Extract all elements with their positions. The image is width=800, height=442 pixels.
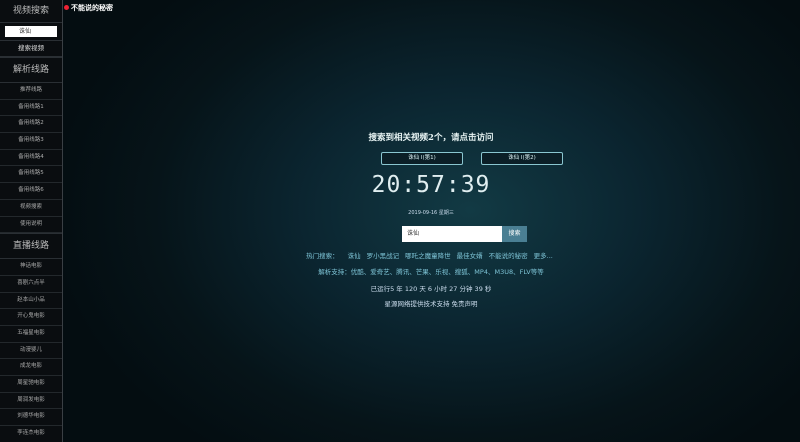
sidebar-parse-item-7[interactable]: 备用线路6 (0, 183, 62, 200)
sidebar-live-title: 直播线路 (0, 233, 62, 260)
search-bar: 诛仙 搜索 (402, 226, 527, 242)
sidebar-parse-item-2[interactable]: 备用线路1 (0, 100, 62, 117)
hot-label: 热门搜索： (306, 252, 339, 260)
sidebar-search-title: 视频搜索 (0, 0, 62, 23)
sidebar-parse-item-9[interactable]: 使用说明 (0, 217, 62, 234)
sidebar: 视频搜索 诛仙 搜索视频 解析线路 推荐线路 备用线路1 备用线路2 备用线路3 备用线… (0, 0, 63, 442)
result-buttons: 诛仙 Ⅰ(第1) 诛仙 Ⅰ(第2) (381, 152, 563, 165)
sidebar-live-item-2[interactable]: 喜剧六点半 (0, 276, 62, 293)
sidebar-live-item-1[interactable]: 神话电影 (0, 259, 62, 276)
hot-searches: 热门搜索： 诛仙 罗小黑战记 哪吒之魔童降世 最佳女婿 不能说的秘密 更多... (62, 250, 800, 260)
result-button-2[interactable]: 诛仙 Ⅰ(第2) (481, 152, 563, 165)
sidebar-live-item-6[interactable]: 动漫婴儿 (0, 343, 62, 360)
search-input[interactable]: 诛仙 (402, 226, 502, 242)
main-content: 搜索到相关视频2个，请点击访问 诛仙 Ⅰ(第1) 诛仙 Ⅰ(第2) 20:57:… (62, 0, 800, 442)
hot-search-item-4[interactable]: 最佳女婿 (457, 252, 483, 260)
footer-text[interactable]: 星源网络提供技术支持 免责声明 (62, 298, 800, 308)
sidebar-live-item-9[interactable]: 周润发电影 (0, 393, 62, 410)
sidebar-parse-item-8[interactable]: 视频搜索 (0, 200, 62, 217)
hot-search-item-1[interactable]: 诛仙 (348, 252, 361, 260)
sidebar-parse-item-1[interactable]: 推荐线路 (0, 83, 62, 100)
hot-search-item-6[interactable]: 更多... (534, 252, 553, 260)
clock: 20:57:39 (371, 172, 491, 198)
sidebar-live-item-8[interactable]: 周星驰电影 (0, 376, 62, 393)
sidebar-parse-title: 解析线路 (0, 57, 62, 83)
hot-search-item-2[interactable]: 罗小黑战记 (367, 252, 400, 260)
sidebar-parse-item-3[interactable]: 备用线路2 (0, 116, 62, 134)
search-button[interactable]: 搜索 (502, 226, 527, 242)
sidebar-search-button[interactable]: 搜索视频 (0, 40, 62, 57)
sidebar-parse-item-6[interactable]: 备用线路5 (0, 166, 62, 184)
sidebar-search-input[interactable]: 诛仙 (5, 26, 57, 37)
runtime-text: 已运行5 年 120 天 6 小时 27 分钟 39 秒 (370, 285, 492, 293)
result-button-1[interactable]: 诛仙 Ⅰ(第1) (381, 152, 463, 165)
sidebar-live-item-11[interactable]: 李连杰电影 (0, 426, 62, 442)
sidebar-live-item-4[interactable]: 开心鬼电影 (0, 309, 62, 326)
sidebar-live-item-5[interactable]: 五福星电影 (0, 326, 62, 343)
sidebar-live-item-7[interactable]: 成龙电影 (0, 359, 62, 376)
support-text: 解析支持：优酷、爱奇艺、腾讯、芒果、乐视、搜狐、MP4、M3U8、FLV等等 (318, 268, 544, 276)
hot-search-item-5[interactable]: 不能说的秘密 (489, 252, 528, 260)
result-title: 搜索到相关视频2个，请点击访问 (368, 133, 494, 143)
sidebar-parse-item-4[interactable]: 备用线路3 (0, 133, 62, 150)
sidebar-parse-item-5[interactable]: 备用线路4 (0, 150, 62, 167)
sidebar-live-item-3[interactable]: 赵本山小品 (0, 293, 62, 310)
hot-search-item-3[interactable]: 哪吒之魔童降世 (405, 252, 451, 260)
sidebar-live-item-10[interactable]: 刘德华电影 (0, 409, 62, 427)
date: 2019-09-16 星期三 (408, 210, 454, 216)
